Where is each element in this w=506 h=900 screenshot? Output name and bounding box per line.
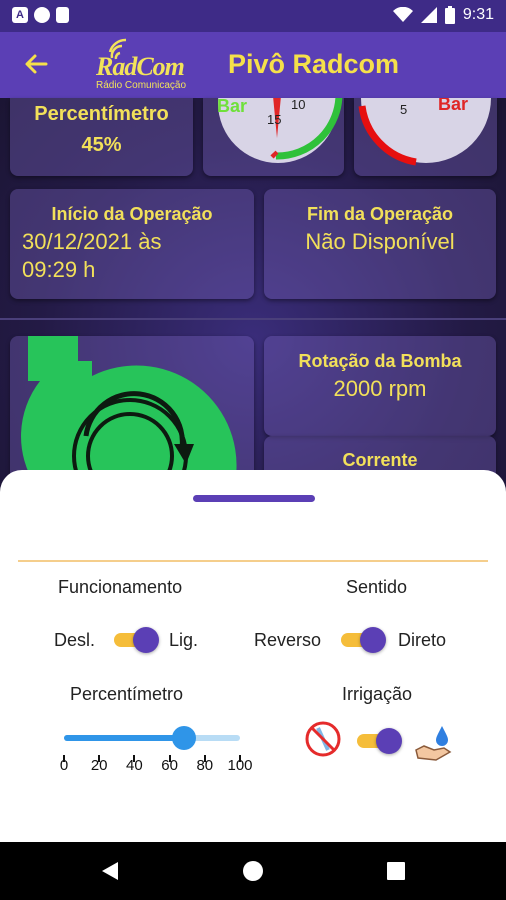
slider-tick-label: 40 <box>126 757 143 774</box>
sheet-divider <box>18 560 488 562</box>
circle-notification-icon <box>34 7 50 23</box>
percentimeter-value: 45% <box>81 134 122 156</box>
sd-card-icon <box>56 7 69 23</box>
current-gauge-card: Bar 5 <box>354 98 497 176</box>
irrigation-toggle[interactable] <box>357 728 402 754</box>
operation-off-label: Desl. <box>54 630 96 650</box>
status-bar: A 9:31 <box>0 0 506 32</box>
control-bottom-sheet: Funcionamento Desl. Lig. Sentido Reverso… <box>0 470 506 842</box>
pump-rotation-card: Rotação da Bomba 2000 rpm <box>264 336 496 436</box>
percentimeter-title: Percentímetro <box>34 103 169 125</box>
section-divider <box>0 318 506 320</box>
slider-tick-label: 60 <box>161 757 178 774</box>
operation-toggle[interactable] <box>114 627 159 653</box>
battery-icon <box>444 6 455 24</box>
end-operation-title: Fim da Operação <box>306 204 454 224</box>
percentimeter-slider[interactable] <box>64 724 240 754</box>
status-time: 9:31 <box>462 6 494 23</box>
pressure-gauge-tick-15: 15 <box>267 112 282 127</box>
start-operation-title: Início da Operação <box>51 204 213 224</box>
slider-fill <box>64 735 184 741</box>
operation-on-label: Lig. <box>169 630 199 650</box>
signal-icon <box>420 7 437 23</box>
radcom-logo: RadCom Rádio Comunicação <box>96 38 196 94</box>
operation-title: Funcionamento <box>58 577 183 597</box>
direction-toggle[interactable] <box>341 627 386 653</box>
irrigation-title: Irrigação <box>342 684 413 704</box>
water-hand-icon <box>415 726 452 761</box>
direction-toggle-thumb <box>360 627 386 653</box>
wifi-icon <box>392 7 413 22</box>
direction-direct-label: Direto <box>398 630 447 650</box>
end-operation-card: Fim da Operação Não Disponível <box>264 189 496 299</box>
recents-square-icon[interactable] <box>387 862 405 880</box>
current-gauge-unit: Bar <box>438 98 469 114</box>
a-notification-icon: A <box>12 7 28 23</box>
slider-tick-label: 100 <box>227 757 253 774</box>
slider-tick-label: 0 <box>59 757 69 774</box>
pump-icon <box>21 336 237 486</box>
no-water-icon <box>305 721 341 757</box>
percentimeter-card: Percentímetro 45% <box>10 98 193 176</box>
pump-rotation-value: 2000 rpm <box>333 376 427 401</box>
direction-title: Sentido <box>346 577 408 597</box>
pressure-gauge-tick-10: 10 <box>291 98 306 112</box>
current-gauge <box>358 98 491 166</box>
slider-tick-label: 20 <box>90 757 108 774</box>
current-gauge-tick-5: 5 <box>400 102 408 117</box>
pump-card <box>10 336 254 486</box>
logo-sub-text: Rádio Comunicação <box>96 80 187 91</box>
slider-thumb[interactable] <box>171 726 196 750</box>
slider-tick-labels: 0 20 40 60 80 100 <box>50 757 260 777</box>
app-bar: RadCom Rádio Comunicação Pivô Radcom <box>0 32 506 98</box>
direction-reverse-label: Reverso <box>254 630 322 650</box>
slider-tick-label: 80 <box>196 757 214 774</box>
start-operation-date: 30/12/2021 às <box>22 229 162 254</box>
logo-main-text: RadCom <box>96 52 185 81</box>
page-title: Pivô Radcom <box>228 49 400 79</box>
home-circle-icon[interactable] <box>242 860 264 882</box>
start-operation-time: 09:29 h <box>22 257 96 282</box>
end-operation-value: Não Disponível <box>305 229 455 254</box>
sheet-drag-handle[interactable] <box>193 495 315 502</box>
irrigation-toggle-thumb <box>376 728 402 754</box>
system-nav-bar <box>0 842 506 900</box>
percentimeter-slider-title: Percentímetro <box>70 684 184 704</box>
operation-toggle-thumb <box>133 627 159 653</box>
arrow-left-icon[interactable] <box>22 50 50 78</box>
pressure-gauge-card: Bar 10 15 <box>203 98 344 176</box>
pump-rotation-title: Rotação da Bomba <box>298 351 462 371</box>
current-title: Corrente <box>342 450 418 470</box>
pressure-gauge-unit: Bar <box>217 98 248 116</box>
start-operation-card: Início da Operação 30/12/2021 às 09:29 h <box>10 189 254 299</box>
back-triangle-icon[interactable] <box>100 860 120 882</box>
